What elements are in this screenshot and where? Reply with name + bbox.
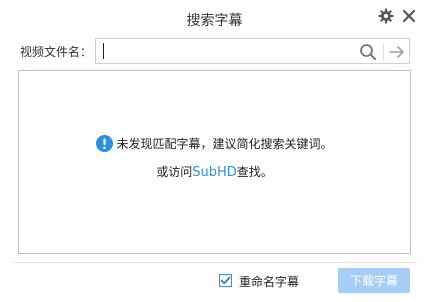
text-caret	[103, 43, 104, 59]
search-input[interactable]	[99, 41, 349, 61]
title-bar: 搜索字幕	[0, 0, 429, 36]
info-icon	[96, 134, 114, 152]
visit-hint-row: 或访问SubHD查找。	[19, 163, 410, 180]
footer-divider	[12, 262, 417, 263]
search-divider	[383, 43, 384, 61]
close-icon[interactable]	[402, 9, 416, 23]
no-result-message: 未发现匹配字幕，建议简化搜索关键词。	[116, 137, 333, 151]
rename-checkbox[interactable]	[219, 274, 232, 287]
visit-prefix: 或访问	[156, 165, 193, 179]
subhd-link[interactable]: SubHD	[192, 165, 237, 180]
arrow-right-icon[interactable]	[387, 42, 407, 62]
window-title: 搜索字幕	[186, 13, 243, 29]
rename-label: 重命名字幕	[239, 275, 300, 289]
video-filename-label: 视频文件名：	[20, 45, 93, 59]
results-panel: 未发现匹配字幕，建议简化搜索关键词。 或访问SubHD查找。	[18, 70, 411, 254]
checkmark-icon	[220, 276, 231, 285]
search-box	[95, 38, 410, 64]
search-icon[interactable]	[358, 42, 378, 62]
download-subtitle-button[interactable]: 下载字幕	[338, 268, 410, 293]
visit-suffix: 查找。	[236, 165, 273, 179]
gear-icon[interactable]	[378, 8, 394, 24]
no-result-message-row: 未发现匹配字幕，建议简化搜索关键词。	[19, 134, 410, 152]
